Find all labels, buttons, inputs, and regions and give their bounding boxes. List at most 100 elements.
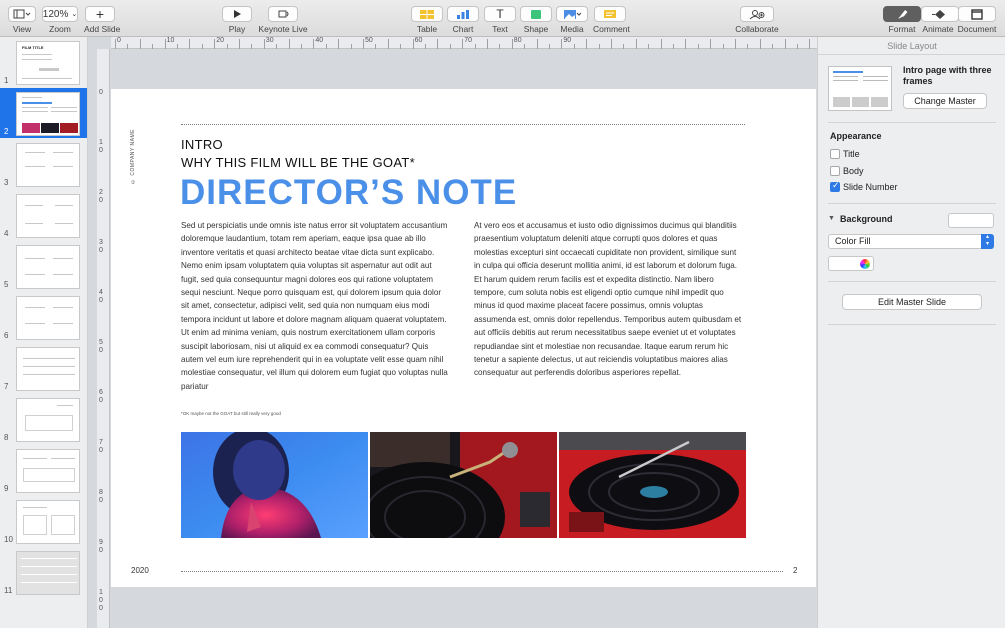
keynote-live-button[interactable]: Keynote Live [258,6,308,34]
ruler-tick [784,39,786,49]
divider [828,122,996,123]
color-wheel-icon[interactable] [860,259,870,269]
photo-turntable-1[interactable] [370,432,557,538]
slide-preview [16,449,80,493]
ruler-label: 0 [99,89,103,96]
media-button[interactable]: Media [556,6,588,34]
photo-portrait[interactable] [181,432,368,538]
ruler-label: 40 [315,37,324,44]
view-button[interactable]: View [8,6,36,34]
slide-number-checkbox[interactable] [830,180,840,192]
shape-label: Shape [523,24,549,34]
play-button[interactable]: Play [222,6,252,34]
collaborate-icon [740,6,774,22]
slide-number-label[interactable]: 2 [793,566,797,575]
play-label: Play [228,24,246,34]
ruler-tick [648,44,650,49]
ruler-tick [288,39,290,49]
body-checkbox[interactable] [830,166,840,176]
slide-number-checkbox-label[interactable]: Slide Number [843,182,898,192]
ruler-tick [511,39,513,49]
slide-thumbnail-5[interactable]: 5 [0,241,87,291]
slide-thumbnail-10[interactable]: 10 [0,496,87,546]
change-master-button[interactable]: Change Master [903,93,987,109]
slide-thumbnail-9[interactable]: 9 [0,445,87,495]
zoom-select[interactable]: 120% ⌄ [42,6,78,22]
chart-button[interactable]: Chart [447,6,479,34]
disclosure-triangle-icon[interactable]: ▼ [828,215,835,222]
animate-icon [921,6,959,22]
color-well[interactable] [828,256,874,271]
ruler-label: 100 [99,589,103,612]
footnote[interactable]: *OK maybe not the GOAT but still really … [181,411,281,416]
ruler-tick [797,44,798,49]
document-button[interactable]: Document [957,6,997,34]
slide-preview [16,143,80,187]
divider [828,324,996,325]
ruler-tick [214,39,216,49]
format-button[interactable]: Format [882,6,922,34]
background-color-swatch[interactable] [948,213,994,228]
ruler-tick [201,44,203,49]
ruler-tick [735,39,736,49]
animate-button[interactable]: Animate [921,6,959,34]
slide-thumbnail-2[interactable]: 2 [0,88,87,138]
slide-thumbnail-11[interactable]: 11 [0,547,87,597]
ruler-label: 10 [99,139,103,154]
slide-thumbnail-1[interactable]: FILM TITLE 1 [0,37,87,87]
ruler-tick [524,44,526,49]
photo-turntable-2[interactable] [559,432,746,538]
vertical-ruler[interactable]: 0 10 20 30 40 50 60 70 80 90 100 [97,49,110,628]
slide-number: 2 [4,127,9,136]
intro-line: INTRO [181,137,223,152]
slide-canvas[interactable]: © COMPANY NAME INTRO WHY THIS FILM WILL … [111,89,816,587]
ruler-label: 0 [117,37,121,44]
play-icon [222,6,252,22]
bottom-divider [181,571,783,572]
shape-button[interactable]: Shape [520,6,552,34]
body-checkbox-label[interactable]: Body [843,166,864,176]
panel-tab-slide-layout[interactable]: Slide Layout [818,37,1005,55]
title-checkbox[interactable] [830,149,840,159]
table-button[interactable]: Table [411,6,443,34]
collaborate-button[interactable]: Collaborate [734,6,780,34]
media-icon [556,6,588,22]
text-button[interactable]: T Text [484,6,516,34]
ruler-tick [127,44,129,49]
title-checkbox-label[interactable]: Title [843,149,860,159]
intro-heading[interactable]: INTRO WHY THIS FILM WILL BE THE GOAT* [181,136,415,172]
slide-thumbnail-3[interactable]: 3 [0,139,87,189]
ruler-tick [338,39,340,49]
slide-thumbnail-8[interactable]: 8 [0,394,87,444]
ruler-tick [573,44,575,49]
slide-thumbnail-6[interactable]: 6 [0,292,87,342]
toolbar: View 120% ⌄ Zoom + Add Slide Play Keynote… [0,0,1005,37]
company-name[interactable]: © COMPANY NAME [130,129,136,184]
fill-type-select[interactable]: Color Fill ▴ ▾ [828,234,994,249]
slide-title[interactable]: DIRECTOR’S NOTE [180,173,517,213]
ruler-tick [387,39,389,49]
master-thumbnail[interactable] [828,66,892,111]
ruler-tick [251,44,253,49]
ruler-tick [325,44,327,49]
slide-preview [16,398,80,442]
ruler-tick [189,39,191,49]
comment-button[interactable]: Comment [593,6,630,34]
divider [828,203,996,204]
body-column-right[interactable]: At vero eos et accusamus et iusto odio d… [474,219,744,380]
ruler-tick [375,44,377,49]
slide-thumbnail-4[interactable]: 4 [0,190,87,240]
slide-thumbnail-7[interactable]: 7 [0,343,87,393]
zoom-control[interactable]: 120% ⌄ Zoom [42,6,78,34]
edit-master-slide-button[interactable]: Edit Master Slide [842,294,982,310]
ruler-tick [474,44,476,49]
ruler-tick [673,44,674,49]
body-column-left[interactable]: Sed ut perspiciatis unde omnis iste natu… [181,219,451,393]
ruler-label: 30 [265,37,274,44]
footer-year[interactable]: 2020 [131,566,149,575]
horizontal-ruler[interactable]: 0 10 20 30 40 50 60 70 80 90 [111,37,817,49]
ruler-label: 90 [99,539,103,554]
format-sidebar: Slide Layout Intro page with three frame… [817,37,1005,628]
add-slide-button[interactable]: + Add Slide [84,6,120,34]
slide-number: 10 [4,535,13,544]
